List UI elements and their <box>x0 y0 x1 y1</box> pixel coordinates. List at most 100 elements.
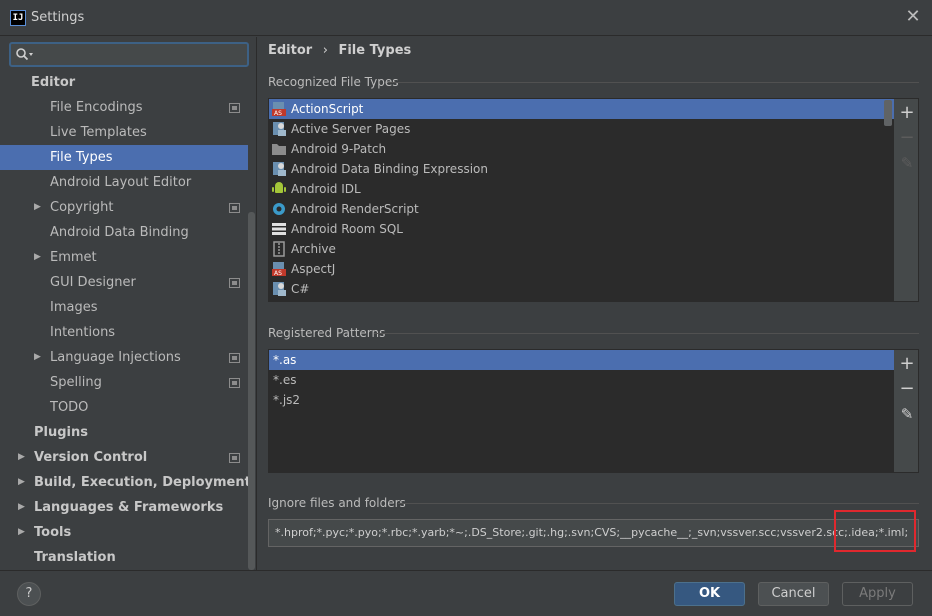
pattern-row[interactable]: *.js2 <box>269 390 894 410</box>
expand-arrow-icon[interactable]: ▶ <box>34 345 41 370</box>
sidebar-item[interactable]: ▶ Emmet <box>0 245 248 270</box>
sidebar-item-label: Copyright <box>50 200 114 215</box>
sidebar-item[interactable]: ▶ Language Injections <box>0 345 248 370</box>
file-type-row[interactable]: Active Server Pages <box>269 119 894 139</box>
sidebar-item[interactable]: TODO <box>0 395 248 420</box>
sidebar-item[interactable]: Live Templates <box>0 120 248 145</box>
file-type-row[interactable]: Android Data Binding Expression <box>269 159 894 179</box>
sidebar-item[interactable]: File Encodings <box>0 95 248 120</box>
expand-arrow-icon[interactable]: ▶ <box>34 195 41 220</box>
sidebar-item-label: GUI Designer <box>50 275 136 290</box>
pattern-label: *.as <box>273 353 297 367</box>
file-type-label: Android 9-Patch <box>291 142 387 156</box>
sidebar-item-label: Plugins <box>34 425 88 440</box>
svg-text:AS: AS <box>274 110 282 117</box>
breadcrumb-current: File Types <box>338 43 412 58</box>
sidebar-item-label: Android Layout Editor <box>50 175 192 190</box>
sidebar-item-label: Images <box>50 300 98 315</box>
sidebar-scrollbar[interactable] <box>248 212 255 570</box>
project-scope-icon <box>229 378 240 388</box>
sidebar-item[interactable]: ▶ Tools <box>0 520 248 545</box>
ignore-files-input[interactable]: *.hprof;*.pyc;*.pyo;*.rbc;*.yarb;*~;.DS_… <box>268 519 919 547</box>
add-pattern-button[interactable]: + <box>894 353 920 375</box>
file-type-label: C# <box>291 282 310 296</box>
sidebar-item[interactable]: Images <box>0 295 248 320</box>
close-button[interactable]: ✕ <box>902 8 924 28</box>
sidebar-item-label: Intentions <box>50 325 116 340</box>
apply-button[interactable]: Apply <box>842 582 913 606</box>
plus-icon: + <box>899 353 915 374</box>
archive-icon <box>271 241 287 257</box>
renderscript-icon <box>271 201 287 217</box>
cancel-button[interactable]: Cancel <box>758 582 829 606</box>
sidebar-item-label: Languages & Frameworks <box>34 500 224 515</box>
sidebar-item[interactable]: Intentions <box>0 320 248 345</box>
remove-pattern-button[interactable]: − <box>894 378 920 400</box>
sidebar-item[interactable]: File Types <box>0 145 248 170</box>
sidebar-item-label: TODO <box>50 400 89 415</box>
sidebar-item[interactable]: Android Data Binding <box>0 220 248 245</box>
project-scope-icon <box>229 103 240 113</box>
section-divider <box>398 503 919 504</box>
sidebar-item[interactable]: Translation <box>0 545 248 570</box>
file-type-row[interactable]: Android RenderScript <box>269 199 894 219</box>
project-scope-icon <box>229 353 240 363</box>
settings-tree: Editor File Encodings Live Templates File T… <box>0 70 251 570</box>
add-file-type-button[interactable]: + <box>894 102 920 124</box>
folder-icon <box>271 141 287 157</box>
expand-arrow-icon[interactable]: ▶ <box>18 445 25 470</box>
registered-patterns-list[interactable]: *.as *.es *.js2 <box>269 350 894 472</box>
recognized-file-types-panel: AS ActionScript Active Server Pages Android… <box>268 98 919 302</box>
pattern-row[interactable]: *.es <box>269 370 894 390</box>
search-icon[interactable] <box>15 47 37 63</box>
sidebar-item-label: File Types <box>50 150 113 165</box>
expand-arrow-icon[interactable]: ▶ <box>34 245 41 270</box>
file-type-label: AspectJ <box>291 262 336 276</box>
file-types-scrollbar[interactable] <box>884 100 892 126</box>
databinding-icon <box>271 161 287 177</box>
room-sql-icon <box>271 221 287 237</box>
file-type-row[interactable]: C# <box>269 279 894 299</box>
registered-patterns-panel: *.as *.es *.js2 + − ✎ <box>268 349 919 473</box>
section-divider <box>388 82 919 83</box>
file-type-row[interactable]: Android Room SQL <box>269 219 894 239</box>
search-field[interactable] <box>9 42 249 67</box>
file-type-row[interactable]: AS ActionScript <box>269 99 894 119</box>
breadcrumb-parent[interactable]: Editor <box>268 43 312 58</box>
file-type-label: ActionScript <box>291 102 364 116</box>
aspectj-icon: AS <box>271 261 287 277</box>
file-type-row[interactable]: Android 9-Patch <box>269 139 894 159</box>
sidebar-item[interactable]: ▶ Languages & Frameworks <box>0 495 248 520</box>
breadcrumb-separator: › <box>322 43 328 58</box>
intellij-logo-icon: IJ <box>10 10 26 26</box>
help-button[interactable]: ? <box>17 582 41 606</box>
sidebar-item[interactable]: Plugins <box>0 420 248 445</box>
sidebar-item[interactable]: Android Layout Editor <box>0 170 248 195</box>
registered-patterns-title: Registered Patterns <box>268 326 386 340</box>
file-type-label: Android Room SQL <box>291 222 403 236</box>
expand-arrow-icon[interactable]: ▶ <box>18 520 25 545</box>
pattern-row[interactable]: *.as <box>269 350 894 370</box>
recognized-file-types-list[interactable]: AS ActionScript Active Server Pages Android… <box>269 99 894 301</box>
file-type-label: Active Server Pages <box>291 122 411 136</box>
file-type-row[interactable]: Archive <box>269 239 894 259</box>
sidebar-item[interactable]: Editor <box>0 70 248 95</box>
close-icon: ✕ <box>905 6 921 27</box>
file-type-row[interactable]: AS AspectJ <box>269 259 894 279</box>
expand-arrow-icon[interactable]: ▶ <box>18 470 25 495</box>
remove-file-type-button[interactable]: − <box>894 127 920 149</box>
section-divider <box>374 333 919 334</box>
sidebar-item[interactable]: GUI Designer <box>0 270 248 295</box>
sidebar-item[interactable]: ▶ Build, Execution, Deployment <box>0 470 251 495</box>
ok-button[interactable]: OK <box>674 582 745 606</box>
edit-pattern-button[interactable]: ✎ <box>894 403 920 425</box>
sidebar-item[interactable]: ▶ Copyright <box>0 195 248 220</box>
file-type-row[interactable]: Android IDL <box>269 179 894 199</box>
search-input[interactable] <box>37 46 242 64</box>
file-type-label: Archive <box>291 242 336 256</box>
sidebar-item-label: Language Injections <box>50 350 181 365</box>
sidebar-item[interactable]: ▶ Version Control <box>0 445 248 470</box>
edit-file-type-button[interactable]: ✎ <box>894 152 920 174</box>
expand-arrow-icon[interactable]: ▶ <box>18 495 25 520</box>
sidebar-item[interactable]: Spelling <box>0 370 248 395</box>
